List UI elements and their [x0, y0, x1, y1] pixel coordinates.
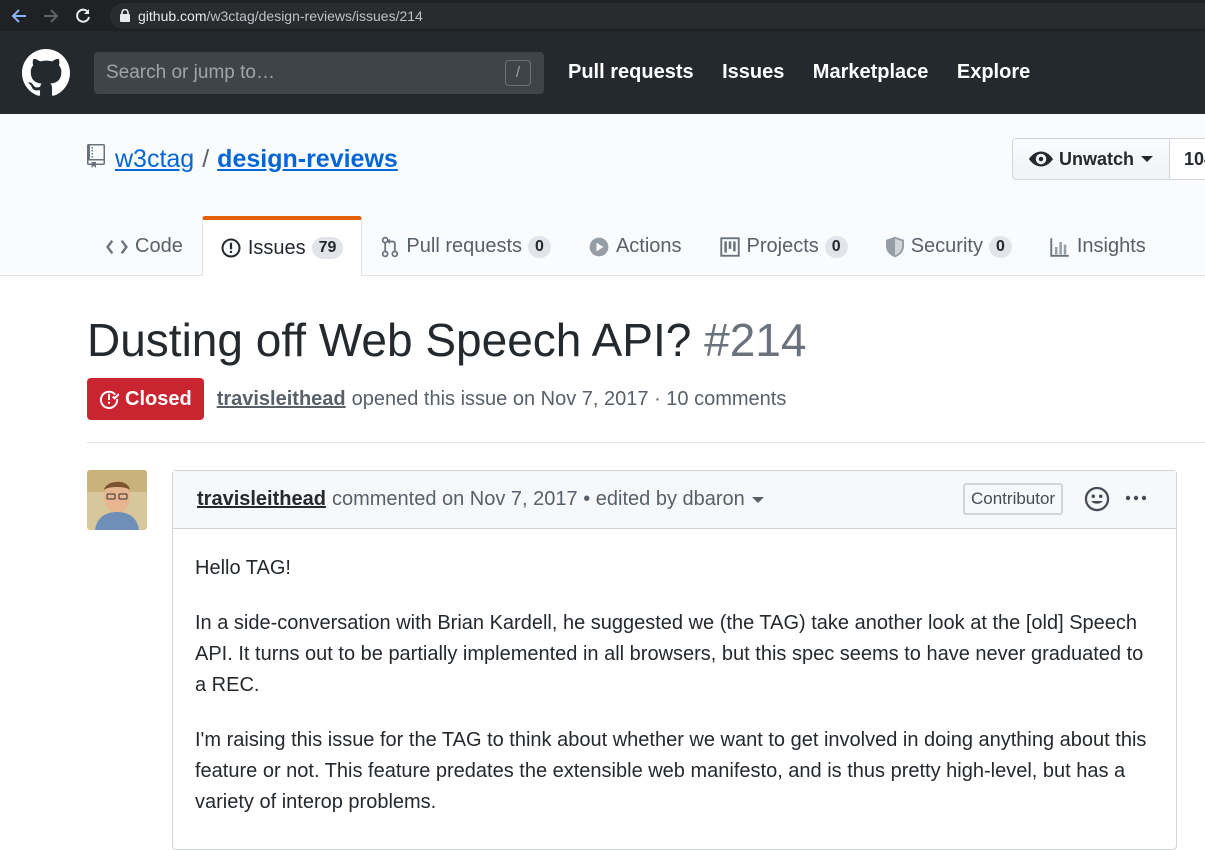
tab-security[interactable]: Security 0	[867, 216, 1031, 276]
graph-icon	[1050, 237, 1070, 257]
nav-pull-requests[interactable]: Pull requests	[568, 61, 694, 83]
github-logo-icon[interactable]	[22, 48, 70, 97]
browser-toolbar: github.com/w3ctag/design-reviews/issues/…	[0, 0, 1205, 31]
search-input[interactable]: Search or jump to… /	[94, 51, 544, 94]
comment-author-link[interactable]: travisleithead	[197, 488, 326, 511]
issue-number: #214	[704, 314, 807, 366]
issues-counter: 79	[311, 237, 344, 259]
tab-label: Issues	[247, 236, 306, 259]
back-icon[interactable]	[8, 5, 30, 27]
issue-meta: Closed travisleithead opened this issue …	[87, 378, 786, 420]
issue-author-link[interactable]: travisleithead	[217, 388, 346, 411]
chevron-down-icon[interactable]	[751, 496, 764, 503]
repo-name-link[interactable]: design-reviews	[217, 145, 398, 174]
tab-insights[interactable]: Insights	[1031, 216, 1165, 276]
security-counter: 0	[988, 235, 1012, 258]
tab-code[interactable]: Code	[87, 216, 202, 276]
divider	[87, 442, 1205, 443]
tab-pull-requests[interactable]: Pull requests 0	[362, 216, 570, 276]
repo-tabs: Code Issues 79 Pull requests 0 Actions P…	[87, 216, 1165, 276]
watch-button-group: Unwatch 104	[1012, 138, 1205, 180]
tab-actions[interactable]: Actions	[570, 216, 701, 276]
nav-explore[interactable]: Explore	[957, 61, 1030, 83]
repo-owner-link[interactable]: w3ctag	[115, 145, 194, 174]
avatar[interactable]	[87, 470, 147, 530]
lock-icon	[120, 9, 130, 22]
github-header: Search or jump to… / Pull requests Issue…	[0, 31, 1205, 114]
issue-title: Dusting off Web Speech API? #214	[87, 313, 806, 367]
pull-request-icon	[381, 236, 399, 258]
unwatch-button[interactable]: Unwatch	[1013, 139, 1171, 179]
search-placeholder: Search or jump to…	[106, 61, 275, 83]
tab-label: Pull requests	[406, 235, 523, 257]
comment-header: travisleithead commented on Nov 7, 2017 …	[173, 471, 1176, 529]
comment-paragraph: In a side-conversation with Brian Kardel…	[195, 612, 1144, 696]
comment-body: Hello TAG! In a side-conversation with B…	[173, 529, 1176, 818]
tab-label: Projects	[746, 235, 819, 257]
projects-counter: 0	[824, 235, 848, 258]
eye-icon	[1029, 150, 1053, 168]
status-label: Closed	[125, 387, 192, 410]
url-host: github.com	[138, 7, 207, 24]
code-icon	[106, 239, 128, 255]
play-icon	[589, 237, 609, 257]
tab-projects[interactable]: Projects 0	[701, 216, 867, 276]
nav-issues[interactable]: Issues	[722, 61, 784, 83]
status-badge: Closed	[87, 378, 204, 420]
shield-icon	[885, 236, 904, 258]
url-path: /w3ctag/design-reviews/issues/214	[206, 7, 423, 24]
nav-marketplace[interactable]: Marketplace	[813, 61, 929, 83]
tab-label: Code	[135, 235, 183, 257]
address-bar[interactable]: github.com/w3ctag/design-reviews/issues/…	[110, 2, 1205, 29]
issue-title-text: Dusting off Web Speech API?	[87, 314, 692, 366]
comment-meta[interactable]: commented on Nov 7, 2017 • edited by dba…	[332, 488, 745, 511]
repo-separator: /	[202, 145, 210, 173]
contributor-badge: Contributor	[963, 483, 1064, 515]
comment-paragraph: Hello TAG!	[195, 557, 291, 579]
smiley-icon[interactable]	[1084, 486, 1110, 512]
repo-title: w3ctag / design-reviews	[87, 144, 398, 175]
issue-icon	[221, 238, 241, 258]
reload-icon[interactable]	[72, 5, 94, 27]
project-icon	[719, 236, 740, 257]
tab-label: Insights	[1076, 235, 1146, 257]
pull-requests-counter: 0	[528, 235, 551, 258]
comment-paragraph: I'm raising this issue for the TAG to th…	[195, 729, 1147, 813]
repo-header: w3ctag / design-reviews Unwatch 104 Code…	[0, 114, 1205, 276]
unwatch-label: Unwatch	[1059, 148, 1135, 169]
issue-meta-text: opened this issue on Nov 7, 2017 · 10 co…	[351, 387, 787, 410]
tab-label: Actions	[615, 235, 682, 257]
watch-count[interactable]: 104	[1170, 139, 1205, 179]
chevron-down-icon	[1141, 156, 1154, 162]
kebab-menu-icon[interactable]	[1125, 485, 1147, 511]
search-shortcut-key: /	[505, 59, 531, 86]
comment-box: travisleithead commented on Nov 7, 2017 …	[172, 470, 1177, 850]
issue-closed-icon	[99, 389, 119, 409]
tab-label: Security	[910, 235, 983, 257]
tab-issues[interactable]: Issues 79	[201, 216, 363, 276]
repo-icon	[87, 144, 105, 175]
top-nav: Pull requests Issues Marketplace Explore	[568, 61, 1054, 84]
forward-icon[interactable]	[40, 5, 62, 27]
